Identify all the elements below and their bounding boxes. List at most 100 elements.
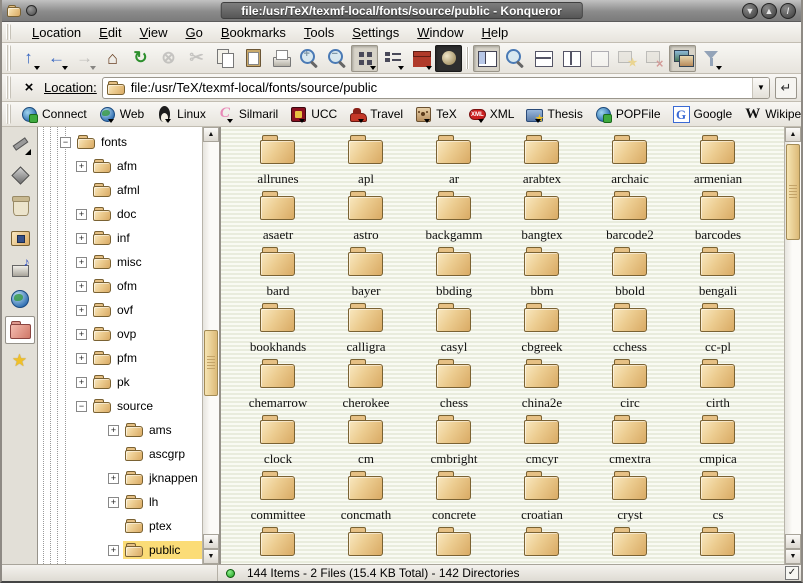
menu-item[interactable]: Go xyxy=(186,25,203,40)
toolbar-button[interactable]: − xyxy=(323,45,350,72)
toolbar-button[interactable] xyxy=(267,45,294,72)
sticky-button[interactable] xyxy=(26,5,37,16)
toolbar-button[interactable] xyxy=(239,45,266,72)
bookmark-item[interactable]: Web xyxy=(94,105,149,124)
scroll-up-button[interactable]: ▲ xyxy=(203,127,219,142)
toolbar-button[interactable] xyxy=(585,45,612,72)
folder-item[interactable]: bbm xyxy=(498,247,586,303)
scroll-up-button[interactable]: ▲ xyxy=(203,534,219,549)
toolbar-grip[interactable] xyxy=(6,24,11,40)
toolbar-button[interactable]: ↻ xyxy=(127,45,154,72)
scroll-down-button[interactable]: ▼ xyxy=(785,549,801,564)
tree-expander[interactable] xyxy=(76,401,87,412)
tree-item[interactable]: afml xyxy=(38,178,202,202)
bookmark-item[interactable]: POPFile xyxy=(590,105,666,124)
folder-item[interactable]: barcode2 xyxy=(586,191,674,247)
toolbar-button[interactable]: ↑ xyxy=(15,45,42,72)
folder-item[interactable]: circ xyxy=(586,359,674,415)
folder-item[interactable]: cmextra xyxy=(586,415,674,471)
toolbar-button[interactable]: + xyxy=(295,45,322,72)
menu-item[interactable]: View xyxy=(140,25,168,40)
folder-item[interactable]: committee xyxy=(234,471,322,527)
folder-item[interactable]: chemarrow xyxy=(234,359,322,415)
folder-item[interactable]: clock xyxy=(234,415,322,471)
tree-item[interactable]: source xyxy=(38,394,202,418)
folder-item[interactable]: allrunes xyxy=(234,135,322,191)
folder-item[interactable]: chess xyxy=(410,359,498,415)
menu-item[interactable]: Location xyxy=(32,25,81,40)
scroll-down-button[interactable]: ▼ xyxy=(203,549,219,564)
folder-item[interactable]: cirth xyxy=(674,359,762,415)
go-button[interactable]: ↵ xyxy=(775,77,797,99)
folder-item[interactable]: arabtex xyxy=(498,135,586,191)
folder-item[interactable] xyxy=(410,527,498,564)
folder-item[interactable]: backgamm xyxy=(410,191,498,247)
folder-item[interactable]: calligra xyxy=(322,303,410,359)
toolbar-button[interactable] xyxy=(669,45,696,72)
folder-item[interactable]: cmcyr xyxy=(498,415,586,471)
tree-item[interactable]: ovf xyxy=(38,298,202,322)
sidebar-tab[interactable] xyxy=(5,130,35,158)
menu-item[interactable]: Edit xyxy=(99,25,121,40)
folder-item[interactable]: ar xyxy=(410,135,498,191)
tree-expander[interactable] xyxy=(60,137,71,148)
toolbar-button[interactable] xyxy=(435,45,462,72)
folder-item[interactable]: concrete xyxy=(410,471,498,527)
sidebar-tab[interactable] xyxy=(5,347,35,375)
toolbar-button[interactable] xyxy=(501,45,528,72)
folder-item[interactable]: archaic xyxy=(586,135,674,191)
folder-item[interactable] xyxy=(322,527,410,564)
menu-item[interactable]: Window xyxy=(417,25,463,40)
tree-item[interactable]: ascgrp xyxy=(38,442,202,466)
toolbar-button[interactable] xyxy=(351,45,378,72)
tree-expander[interactable] xyxy=(108,545,119,556)
tree-item[interactable]: inf xyxy=(38,226,202,250)
tree-expander[interactable] xyxy=(76,161,87,172)
bookmark-item[interactable]: XML xyxy=(464,105,520,124)
folder-item[interactable]: cc-pl xyxy=(674,303,762,359)
toolbar-button[interactable]: ⌂ xyxy=(99,45,126,72)
toolbar-button[interactable] xyxy=(641,45,668,72)
folder-item[interactable] xyxy=(674,527,762,564)
status-check-icon[interactable]: ✓ xyxy=(785,566,799,580)
window-menu-folder-icon[interactable] xyxy=(7,5,22,17)
window-control-button[interactable]: / xyxy=(780,3,796,19)
folder-item[interactable]: casyl xyxy=(410,303,498,359)
folder-item[interactable] xyxy=(586,527,674,564)
folder-item[interactable]: bbding xyxy=(410,247,498,303)
folder-item[interactable]: croatian xyxy=(498,471,586,527)
toolbar-grip[interactable] xyxy=(6,45,11,71)
bookmark-item[interactable]: UCC xyxy=(285,105,342,124)
folder-item[interactable]: cherokee xyxy=(322,359,410,415)
folder-item[interactable]: cryst xyxy=(586,471,674,527)
toolbar-button[interactable] xyxy=(407,45,434,72)
toolbar-button[interactable]: → xyxy=(71,45,98,72)
tree-expander[interactable] xyxy=(108,425,119,436)
scrollbar-track[interactable] xyxy=(785,142,801,534)
sidebar-tab[interactable] xyxy=(5,192,35,220)
tree-item[interactable]: pfm xyxy=(38,346,202,370)
sidebar-tab[interactable] xyxy=(5,254,35,282)
scrollbar-thumb[interactable] xyxy=(204,330,218,396)
location-combobox[interactable]: ▼ xyxy=(102,77,770,99)
tree-item[interactable]: public xyxy=(38,538,202,562)
menu-item[interactable]: Settings xyxy=(352,25,399,40)
folder-item[interactable] xyxy=(498,527,586,564)
bookmark-item[interactable]: Wikipedia xyxy=(739,105,803,124)
toolbar-button[interactable] xyxy=(697,45,724,72)
scroll-up-button[interactable]: ▲ xyxy=(785,127,801,142)
folder-item[interactable]: cchess xyxy=(586,303,674,359)
bookmark-item[interactable]: Connect xyxy=(16,105,92,124)
scroll-up-button[interactable]: ▲ xyxy=(785,534,801,549)
folder-item[interactable]: armenian xyxy=(674,135,762,191)
bookmark-item[interactable]: Thesis xyxy=(521,105,587,124)
folder-item[interactable]: cm xyxy=(322,415,410,471)
folder-item[interactable]: astro xyxy=(322,191,410,247)
folder-item[interactable]: bookhands xyxy=(234,303,322,359)
tree-item[interactable]: ovp xyxy=(38,322,202,346)
folder-item[interactable]: bbold xyxy=(586,247,674,303)
tree-item[interactable]: ams xyxy=(38,418,202,442)
folder-item[interactable]: apl xyxy=(322,135,410,191)
window-control-button[interactable]: ▼ xyxy=(742,3,758,19)
sidebar-tab[interactable] xyxy=(5,223,35,251)
